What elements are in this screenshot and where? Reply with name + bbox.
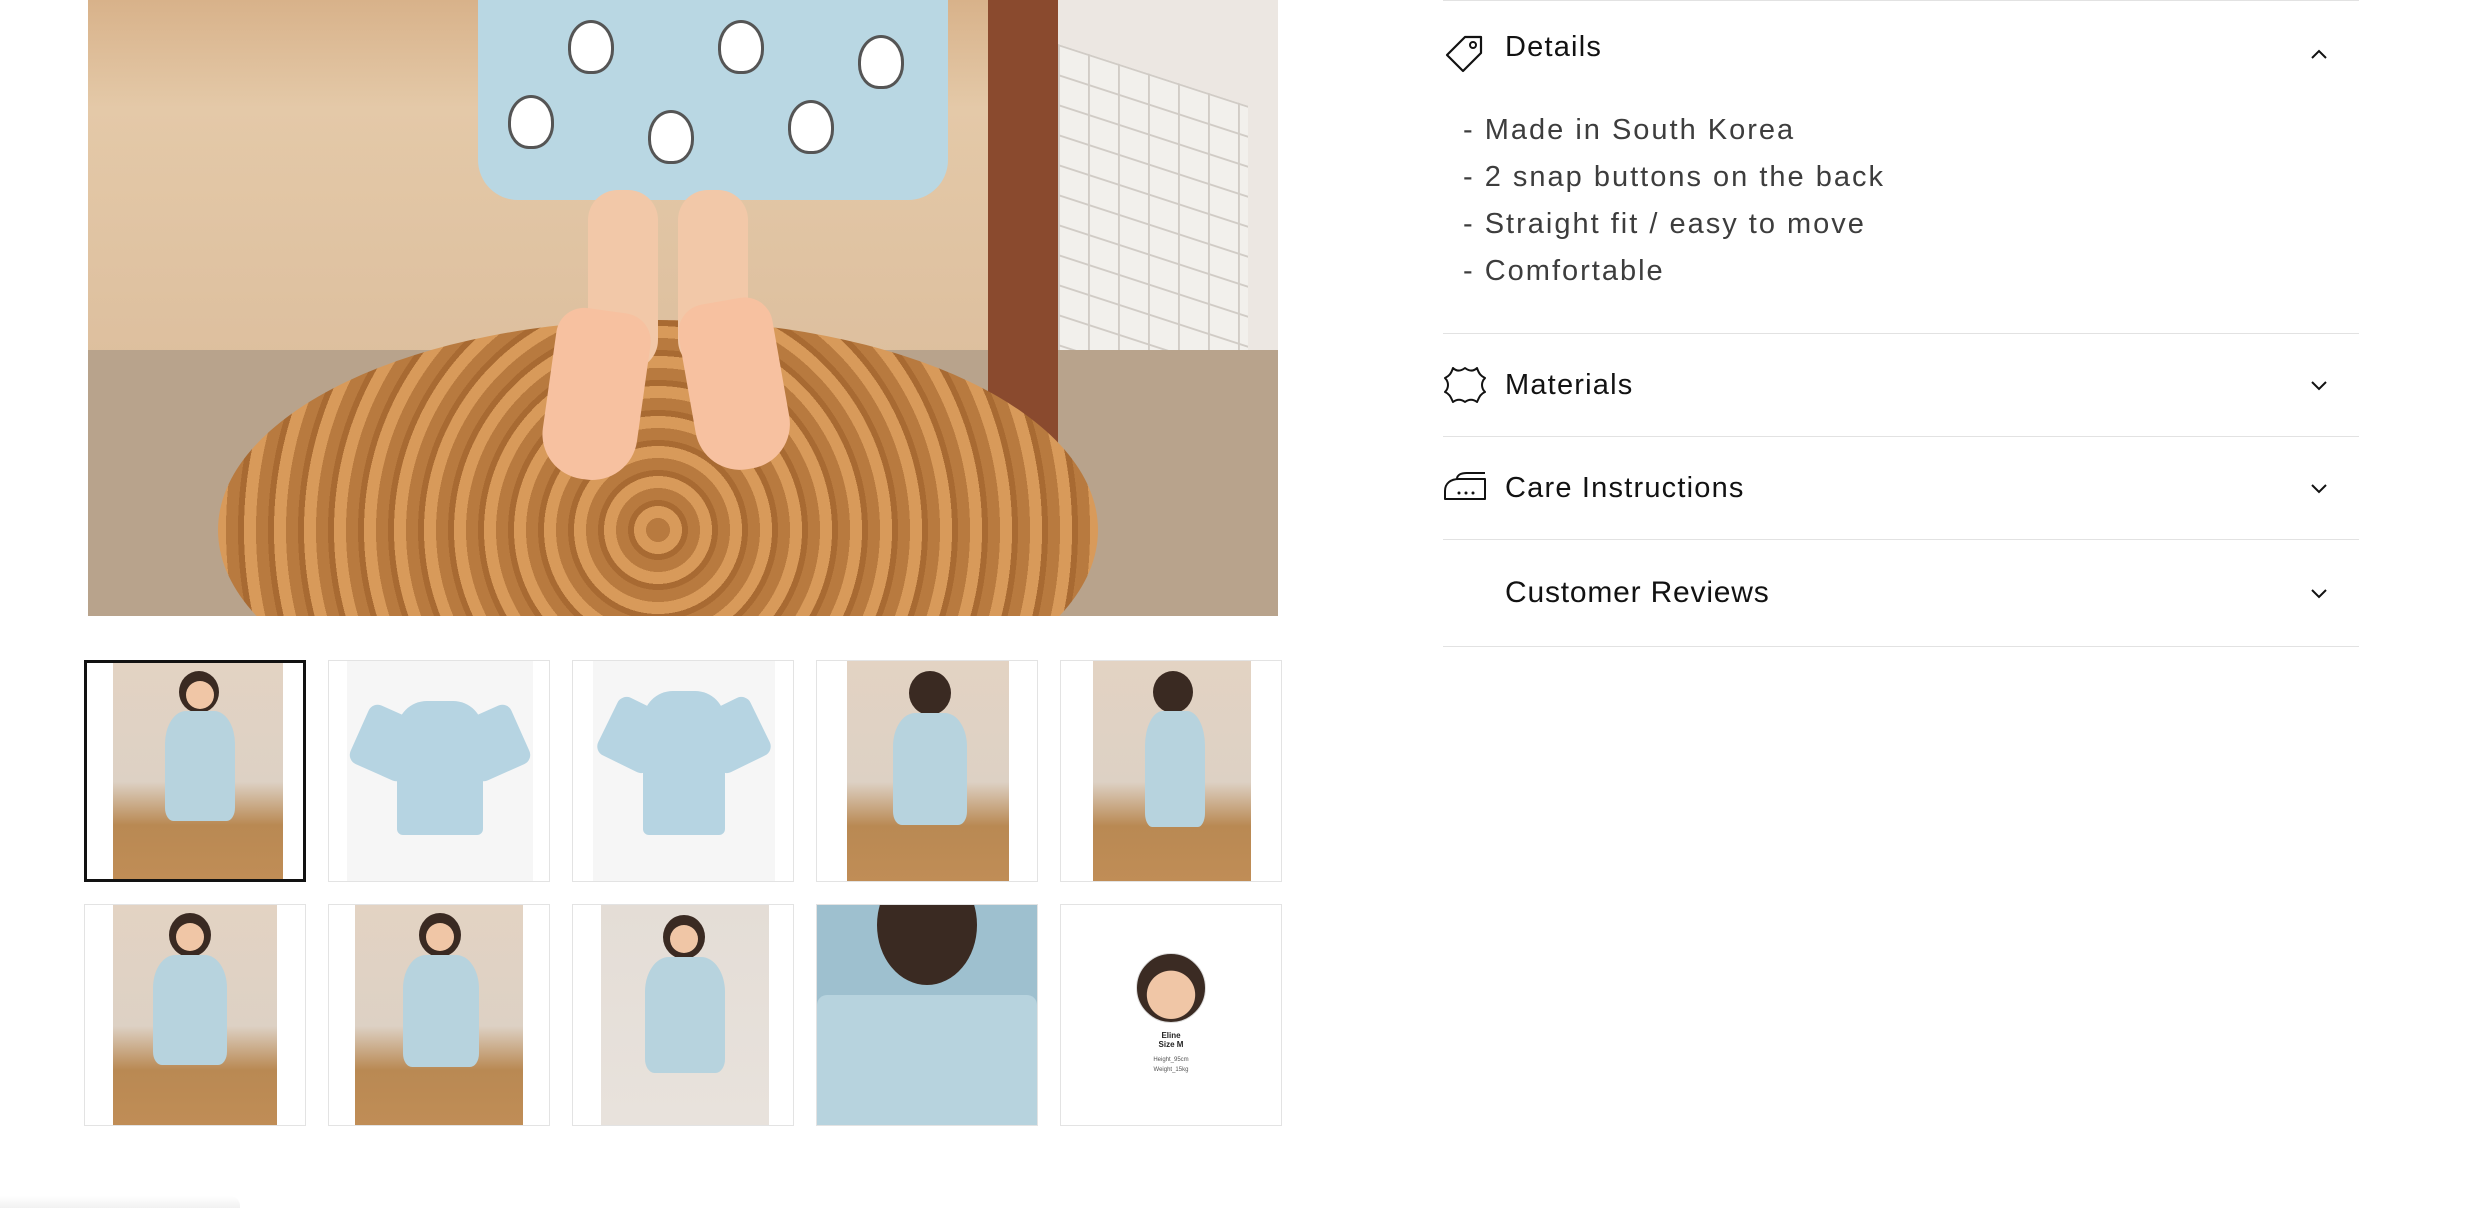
bunny-print bbox=[648, 110, 694, 164]
bunny-print bbox=[718, 20, 764, 74]
thumbnail-image bbox=[346, 661, 534, 881]
details-line: - Comfortable bbox=[1463, 255, 1665, 287]
thumbnail-image bbox=[817, 905, 1037, 1125]
thumbnail-8[interactable] bbox=[572, 904, 794, 1126]
bunny-print bbox=[788, 100, 834, 154]
profile-height: Height_95cm bbox=[1153, 1057, 1189, 1063]
bunny-print bbox=[568, 20, 614, 74]
details-line: - 2 snap buttons on the back bbox=[1463, 161, 1885, 193]
profile-name: Eline bbox=[1161, 1031, 1181, 1040]
chevron-down-icon bbox=[2311, 589, 2327, 599]
bunny-print bbox=[858, 35, 904, 89]
thumbnail-3[interactable] bbox=[572, 660, 794, 882]
chevron-up-icon bbox=[2311, 49, 2327, 59]
avatar bbox=[1136, 953, 1206, 1023]
thumbnail-1[interactable] bbox=[84, 660, 306, 882]
thumbnail-image bbox=[593, 661, 775, 881]
accordion-reviews: Customer Reviews bbox=[1443, 539, 2359, 647]
leather-icon bbox=[1444, 367, 1486, 403]
profile-size: Size M bbox=[1158, 1040, 1184, 1049]
thumbnail-4[interactable] bbox=[816, 660, 1038, 882]
reviews-toggle[interactable]: Customer Reviews bbox=[1443, 540, 2359, 646]
accordion-care: Care Instructions bbox=[1443, 436, 2359, 539]
profile-weight: Weight_15kg bbox=[1153, 1067, 1189, 1073]
dress-hem bbox=[478, 0, 948, 200]
bunny-print bbox=[508, 95, 554, 149]
product-accordion: Details - Made in South Korea - 2 snap b… bbox=[1443, 0, 2359, 647]
thumbnail-image bbox=[113, 905, 277, 1125]
iron-icon bbox=[1444, 472, 1486, 500]
details-toggle[interactable]: Details bbox=[1443, 1, 2359, 101]
details-list: - Made in South Korea - 2 snap buttons o… bbox=[1443, 101, 2359, 333]
thumbnail-9[interactable] bbox=[816, 904, 1038, 1126]
thumbnail-image bbox=[601, 905, 769, 1125]
thumbnail-5[interactable] bbox=[1060, 660, 1282, 882]
reviews-title: Customer Reviews bbox=[1505, 576, 1770, 609]
care-title: Care Instructions bbox=[1505, 471, 1745, 504]
thumbnail-2[interactable] bbox=[328, 660, 550, 882]
thumbnail-image bbox=[113, 663, 283, 879]
thumbnail-image bbox=[1093, 661, 1251, 881]
materials-title: Materials bbox=[1505, 368, 1634, 401]
materials-toggle[interactable]: Materials bbox=[1443, 334, 2359, 436]
thumbnail-image bbox=[355, 905, 523, 1125]
accordion-materials: Materials bbox=[1443, 333, 2359, 436]
chevron-down-icon bbox=[2311, 484, 2327, 494]
thumbnail-image bbox=[847, 661, 1009, 881]
main-product-image[interactable] bbox=[88, 0, 1278, 616]
care-toggle[interactable]: Care Instructions bbox=[1443, 437, 2359, 539]
details-title: Details bbox=[1505, 31, 1603, 63]
details-line: - Made in South Korea bbox=[1463, 114, 1796, 146]
bottom-edge-shadow bbox=[0, 1196, 240, 1208]
thumbnail-7[interactable] bbox=[328, 904, 550, 1126]
details-line: - Straight fit / easy to move bbox=[1463, 208, 1866, 240]
thumbnail-6[interactable] bbox=[84, 904, 306, 1126]
chevron-down-icon bbox=[2311, 381, 2327, 391]
size-profile-card: Eline Size M Height_95cm Weight_15kg bbox=[1061, 905, 1281, 1125]
accordion-details: Details - Made in South Korea - 2 snap b… bbox=[1443, 0, 2359, 333]
thumbnail-10[interactable]: Eline Size M Height_95cm Weight_15kg bbox=[1060, 904, 1282, 1126]
profile-meta: Height_95cm Weight_15kg bbox=[1153, 1055, 1188, 1075]
tag-icon bbox=[1445, 35, 1483, 73]
